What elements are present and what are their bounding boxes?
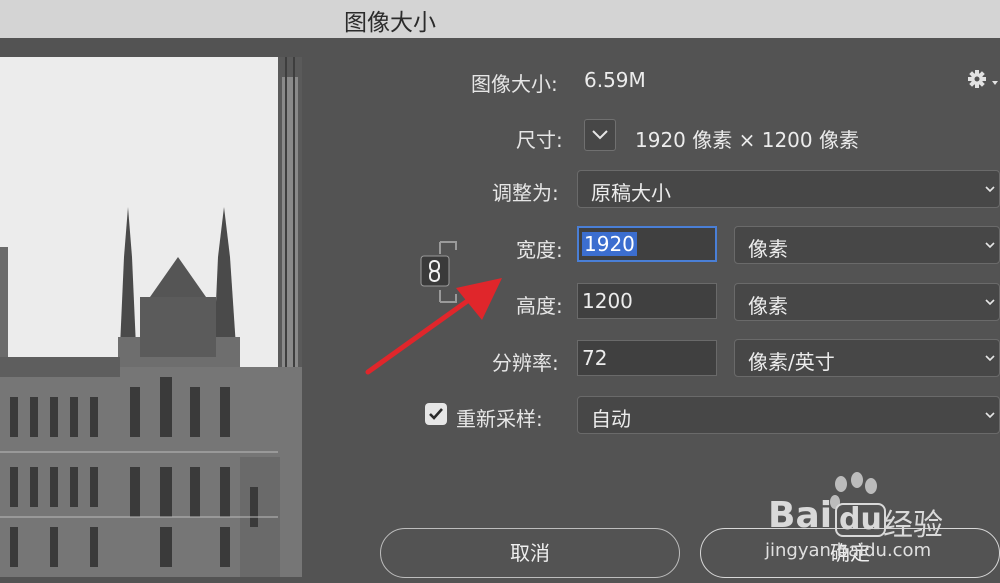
gear-icon[interactable] (966, 68, 1000, 90)
chevron-down-icon (985, 412, 995, 419)
height-label: 高度: (516, 294, 563, 318)
building-photo (0, 57, 302, 577)
title-bar: 图像大小 (0, 0, 1000, 38)
height-input[interactable]: 1200 (577, 283, 717, 319)
width-unit-dropdown[interactable]: 像素 (734, 226, 1000, 264)
chevron-down-icon (985, 242, 995, 249)
watermark-brand-left: Bai (768, 495, 833, 536)
watermark-suffix: 经验 (883, 508, 943, 543)
dimensions-label: 尺寸: (516, 128, 563, 152)
width-unit-value: 像素 (748, 237, 788, 261)
chevron-down-icon (985, 299, 995, 306)
chevron-down-icon (985, 186, 995, 193)
resolution-input[interactable]: 72 (577, 340, 717, 376)
dimensions-value: 1920 像素 × 1200 像素 (635, 128, 859, 152)
width-label: 宽度: (516, 238, 563, 262)
annotation-arrow (365, 278, 502, 375)
chevron-down-icon (592, 130, 608, 140)
height-value: 1200 (582, 289, 633, 313)
checkmark-icon (429, 408, 443, 420)
resample-dropdown[interactable]: 自动 (577, 396, 1000, 434)
height-unit-value: 像素 (748, 294, 788, 318)
image-size-label: 图像大小: (471, 72, 558, 96)
resample-checkbox[interactable] (425, 403, 447, 425)
resample-label: 重新采样: (456, 407, 543, 431)
width-input[interactable]: 1920 (577, 226, 717, 262)
watermark-url: jingyan.baidu.com (765, 540, 932, 561)
fit-to-dropdown[interactable]: 原稿大小 (577, 170, 1000, 208)
resolution-unit-value: 像素/英寸 (748, 350, 835, 374)
fit-to-value: 原稿大小 (591, 181, 671, 205)
cancel-button[interactable]: 取消 (380, 528, 680, 578)
watermark-brand-right: du (835, 503, 886, 537)
resolution-value: 72 (582, 346, 608, 370)
height-unit-dropdown[interactable]: 像素 (734, 283, 1000, 321)
window-title: 图像大小 (344, 10, 436, 36)
fit-to-label: 调整为: (492, 181, 559, 205)
width-value: 1920 (582, 232, 637, 256)
image-preview[interactable] (0, 57, 302, 577)
resolution-unit-dropdown[interactable]: 像素/英寸 (734, 339, 1000, 377)
baidu-watermark: Bai du 经验 jingyan.baidu.com (765, 470, 1000, 570)
resample-value: 自动 (591, 407, 631, 431)
image-size-value: 6.59M (584, 68, 646, 92)
chevron-down-icon (985, 355, 995, 362)
dimensions-toggle[interactable] (584, 119, 616, 151)
